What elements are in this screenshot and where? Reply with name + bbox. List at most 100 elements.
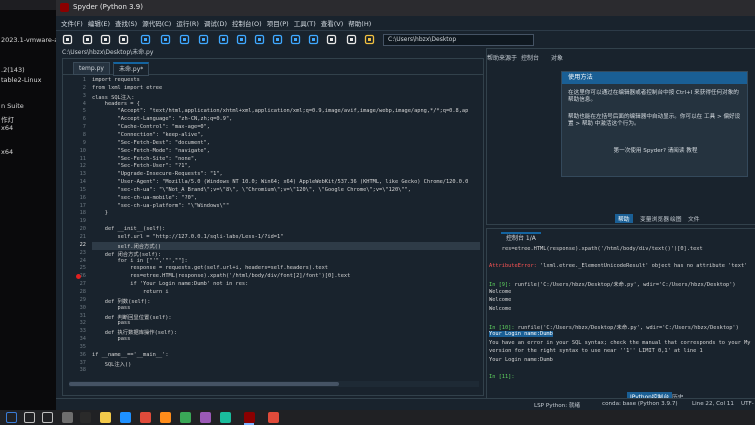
app-icon[interactable] bbox=[180, 412, 191, 423]
code-line[interactable]: "Accept-Language": "zh-CN,zh;q=0.9", bbox=[92, 116, 233, 122]
wrench-icon[interactable] bbox=[346, 34, 357, 45]
menu-5[interactable]: 调试(D) bbox=[204, 18, 227, 28]
code-line[interactable]: "sec-ch-ua-platform": "\"Windows\"" bbox=[92, 203, 230, 209]
stop-icon[interactable] bbox=[308, 34, 319, 45]
maximize-icon[interactable] bbox=[326, 34, 337, 45]
menu-4[interactable]: 运行(R) bbox=[176, 18, 199, 28]
working-directory-input[interactable]: C:\Users\hbzx\Desktop bbox=[383, 34, 534, 46]
spyder-icon[interactable] bbox=[244, 412, 255, 423]
continue-icon[interactable] bbox=[290, 34, 301, 45]
chrome-icon[interactable] bbox=[140, 412, 151, 423]
save-icon[interactable] bbox=[100, 34, 111, 45]
python-path-icon[interactable] bbox=[364, 34, 375, 45]
console-tab[interactable]: 控制台 1/A bbox=[501, 232, 541, 244]
help-source-tab[interactable]: 对象 bbox=[551, 53, 563, 62]
code-line[interactable]: "Sec-Fetch-User": "?1", bbox=[92, 163, 191, 169]
code-line[interactable]: class SQL注入: bbox=[92, 93, 134, 101]
code-line[interactable]: if __name__=='__main__': bbox=[92, 352, 169, 358]
menu-2[interactable]: 查找(S) bbox=[115, 18, 137, 28]
console-line: res=etree.HTML(response).xpath('/html/bo… bbox=[489, 246, 703, 252]
code-line[interactable]: pass bbox=[92, 305, 131, 311]
code-line[interactable]: def 闭合方式(self): bbox=[92, 250, 161, 258]
code-line[interactable]: self.url = "http://127.0.0.1/sqli-labs/L… bbox=[92, 234, 284, 240]
code-line[interactable]: if 'Your Login name:Dumb' not in res: bbox=[92, 281, 248, 287]
code-line[interactable]: res=etree.HTML(response).xpath('/html/bo… bbox=[92, 273, 350, 279]
code-line[interactable]: "Upgrade-Insecure-Requests": "1", bbox=[92, 171, 223, 177]
run-file-icon[interactable] bbox=[140, 34, 151, 45]
open-folder-icon[interactable] bbox=[82, 34, 93, 45]
console-text: In [10]: bbox=[489, 324, 518, 331]
code-line[interactable]: import requests bbox=[92, 77, 140, 83]
code-line[interactable]: "Connection": "keep-alive", bbox=[92, 132, 204, 138]
code-line[interactable]: from lxml import etree bbox=[92, 85, 162, 91]
help-source-tab[interactable]: 控制台 bbox=[521, 53, 539, 62]
menu-0[interactable]: 文件(F) bbox=[61, 18, 83, 28]
code-line[interactable]: "sec-ch-ua": "\"Not_A Brand\";v=\"8\", \… bbox=[92, 187, 411, 193]
code-line[interactable]: pass bbox=[92, 320, 131, 326]
code-line[interactable]: for i in ["'",'"',""]: bbox=[92, 258, 188, 264]
code-line[interactable]: response = requests.get(self.url+i, head… bbox=[92, 265, 328, 271]
line-number: 37 bbox=[79, 359, 86, 366]
terminal-icon[interactable] bbox=[80, 412, 91, 423]
new-file-icon[interactable] bbox=[62, 34, 73, 45]
console-output[interactable]: res=etree.HTML(response).xpath('/html/bo… bbox=[489, 246, 754, 386]
help-paragraph-3[interactable]: 第一次使用 Spyder? 请阅读 教程 bbox=[568, 148, 743, 155]
editor-tab[interactable]: 未命.py* bbox=[113, 62, 150, 76]
menu-8[interactable]: 工具(T) bbox=[294, 18, 316, 28]
code-line[interactable]: "Accept": "text/html,application/xhtml+x… bbox=[92, 108, 469, 114]
editor-horizontal-scrollbar[interactable] bbox=[69, 381, 479, 387]
code-line[interactable]: self.闭合方式() bbox=[92, 241, 480, 250]
run-cell-advance-icon[interactable] bbox=[179, 34, 190, 45]
start-icon[interactable] bbox=[6, 412, 17, 423]
code-line[interactable]: return i bbox=[92, 289, 169, 295]
step-over-icon[interactable] bbox=[236, 34, 247, 45]
code-line[interactable]: def 执行数据库操作(self): bbox=[92, 328, 177, 336]
vmware-icon[interactable] bbox=[62, 412, 73, 423]
run-cell-icon[interactable] bbox=[160, 34, 171, 45]
search-icon[interactable] bbox=[24, 412, 35, 423]
console-line: In [10]: runfile('C:/Users/hbzx/Desktop/… bbox=[489, 323, 739, 331]
code-line[interactable]: } bbox=[92, 210, 108, 216]
left-strip-item: n Suite bbox=[1, 102, 24, 110]
run-selection-icon[interactable] bbox=[198, 34, 209, 45]
code-line[interactable]: headers = { bbox=[92, 101, 140, 107]
menu-6[interactable]: 控制台(O) bbox=[232, 18, 262, 28]
menu-3[interactable]: 源代码(C) bbox=[142, 18, 171, 28]
help-source-tab[interactable]: 帮助来源于 bbox=[487, 53, 517, 62]
editor-tab[interactable]: temp.py bbox=[73, 62, 110, 75]
help-bottom-tab[interactable]: 绘图 bbox=[667, 214, 685, 223]
code-line[interactable]: def 判断回显位置(self): bbox=[92, 313, 172, 321]
task-view-icon[interactable] bbox=[42, 412, 53, 423]
console-text: Your Login name:Dumb bbox=[489, 331, 553, 337]
menu-7[interactable]: 项目(P) bbox=[267, 18, 289, 28]
help-bottom-tab[interactable]: 文件 bbox=[685, 214, 703, 223]
scrollbar-thumb[interactable] bbox=[69, 382, 339, 386]
help-bottom-tab[interactable]: 帮助 bbox=[615, 214, 633, 223]
code-line[interactable]: "Sec-Fetch-Mode": "navigate", bbox=[92, 148, 211, 154]
menu-9[interactable]: 查看(V) bbox=[321, 18, 344, 28]
step-return-icon[interactable] bbox=[272, 34, 283, 45]
code-line[interactable]: SQL注入() bbox=[92, 360, 132, 368]
firefox-icon[interactable] bbox=[160, 412, 171, 423]
debug-icon[interactable] bbox=[218, 34, 229, 45]
code-line[interactable]: "Sec-Fetch-Site": "none", bbox=[92, 156, 198, 162]
code-line[interactable]: "Sec-Fetch-Dest": "document", bbox=[92, 140, 211, 146]
code-line[interactable]: "User-Agent": "Mozilla/5.0 (Windows NT 1… bbox=[92, 179, 469, 185]
app-icon-3[interactable] bbox=[220, 412, 231, 423]
menu-1[interactable]: 编辑(E) bbox=[88, 18, 110, 28]
code-line[interactable]: pass bbox=[92, 336, 131, 342]
code-area[interactable]: import requests from lxml import etree cla… bbox=[92, 77, 480, 377]
code-line[interactable]: def 列数(self): bbox=[92, 297, 151, 305]
app-icon-2[interactable] bbox=[200, 412, 211, 423]
code-line[interactable]: def __init__(self): bbox=[92, 226, 166, 232]
line-number: 11 bbox=[79, 155, 86, 162]
code-line[interactable]: "sec-ch-ua-mobile": "?0", bbox=[92, 195, 198, 201]
step-into-icon[interactable] bbox=[254, 34, 265, 45]
chrome-icon-2[interactable] bbox=[268, 412, 279, 423]
menu-10[interactable]: 帮助(H) bbox=[348, 18, 371, 28]
save-all-icon[interactable] bbox=[118, 34, 129, 45]
edge-icon[interactable] bbox=[120, 412, 131, 423]
explorer-icon[interactable] bbox=[100, 412, 111, 423]
code-line[interactable]: "Cache-Control": "max-age=0", bbox=[92, 124, 211, 130]
status-encoding: UTF- bbox=[741, 401, 754, 407]
